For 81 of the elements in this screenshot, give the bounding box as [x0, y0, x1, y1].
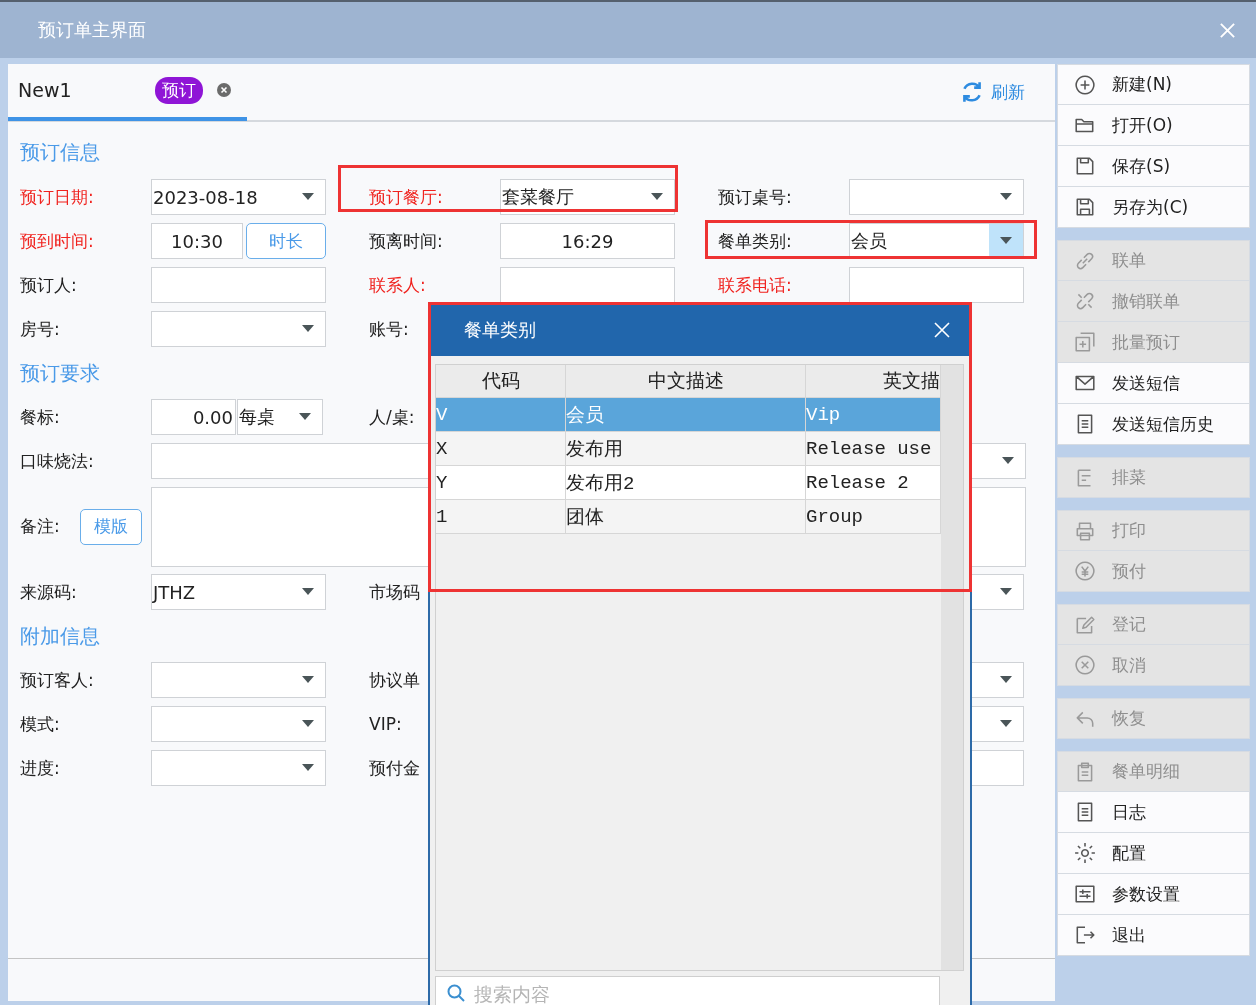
section-heading: 附加信息	[20, 623, 100, 650]
table-cell: 团体	[566, 500, 806, 533]
caret-icon[interactable]	[989, 224, 1023, 258]
sidebar-button[interactable]: 退出	[1057, 915, 1250, 956]
status-badge: 预订	[155, 76, 203, 104]
search-placeholder: 搜索内容	[474, 983, 550, 1005]
field-label: VIP:	[369, 714, 402, 734]
sidebar-button[interactable]: 新建(N)	[1057, 64, 1250, 105]
stacked-plus-icon	[1074, 331, 1096, 353]
sidebar-button[interactable]: 参数设置	[1057, 874, 1250, 915]
dialog-title: 餐单类别	[464, 318, 537, 342]
field-label: 进度:	[20, 756, 60, 780]
tab-label: New1	[18, 79, 73, 101]
section-heading: 预订信息	[20, 139, 100, 166]
sidebar-button[interactable]: 日志	[1057, 792, 1250, 833]
edit-icon	[1074, 613, 1096, 636]
section-heading: 预订要求	[20, 360, 100, 387]
column-header[interactable]: 代码	[436, 365, 566, 397]
column-header[interactable]: 中文描述	[566, 365, 806, 397]
sidebar-button[interactable]: 打开(O)	[1057, 105, 1250, 146]
field-label: 来源码:	[20, 580, 77, 604]
table-cell: 发布用	[566, 432, 806, 465]
field-label: 预订桌号:	[718, 185, 792, 209]
field-label: 预离时间:	[369, 229, 443, 253]
document-tab[interactable]: New1 预订	[8, 63, 247, 121]
field-label: 协议单	[369, 668, 420, 692]
field-label: 市场码	[369, 580, 420, 604]
table-cell: Y	[436, 466, 566, 499]
sidebar-button[interactable]: 发送短信	[1057, 363, 1250, 404]
field-label: 餐标:	[20, 405, 60, 429]
close-icon[interactable]	[216, 82, 232, 98]
dropdown-field[interactable]	[151, 662, 326, 698]
table-cell: 会员	[566, 398, 806, 431]
search-icon	[446, 983, 466, 1003]
broken-link-icon	[1074, 290, 1096, 312]
close-icon[interactable]	[934, 322, 950, 338]
field-label: 人/桌:	[369, 405, 415, 429]
sidebar-button[interactable]: 发送短信历史	[1057, 404, 1250, 445]
table-cell: V	[436, 398, 566, 431]
exit-icon	[1074, 924, 1096, 946]
text-field[interactable]	[849, 267, 1024, 303]
table-cell: 发布用2	[566, 466, 806, 499]
field-label: 联系人:	[369, 273, 426, 297]
text-field[interactable]: 16:29	[500, 223, 675, 259]
text-field[interactable]	[151, 267, 326, 303]
dropdown-field[interactable]: JTHZ	[151, 574, 326, 610]
dropdown-field[interactable]	[151, 311, 326, 347]
field-label: 预订日期:	[20, 185, 94, 209]
field-label: 预订客人:	[20, 668, 94, 692]
field-label: 备注:	[20, 515, 60, 538]
field-label: 房号:	[20, 317, 60, 341]
field-label: 联系电话:	[718, 273, 792, 297]
table-row[interactable]: 1 团体 Group	[436, 500, 941, 534]
dropdown-field[interactable]: 2023-08-18	[151, 179, 326, 215]
dropdown-field[interactable]: 会员	[849, 223, 1024, 259]
dropdown-field[interactable]	[151, 706, 326, 742]
table-row[interactable]: X 发布用 Release use	[436, 432, 941, 466]
field-label: 口味烧法:	[20, 449, 94, 473]
sidebar-button[interactable]: 配置	[1057, 833, 1250, 874]
unit-dropdown[interactable]: 每桌	[237, 399, 323, 435]
field-label: 预付金	[369, 756, 420, 780]
field-label: 预订人:	[20, 273, 77, 297]
window-title: 预订单主界面	[38, 18, 147, 42]
yen-coin-icon	[1074, 560, 1096, 582]
table-cell: X	[436, 432, 566, 465]
text-field[interactable]	[500, 267, 675, 303]
table-cell: 1	[436, 500, 566, 533]
dropdown-field[interactable]	[151, 750, 326, 786]
field-label: 模式:	[20, 712, 60, 736]
field-label: 预到时间:	[20, 229, 94, 253]
field-label: 账号:	[369, 317, 409, 341]
table-row[interactable]: Y 发布用2 Release 2	[436, 466, 941, 500]
sidebar-button[interactable]: 保存(S)	[1057, 146, 1250, 187]
scrollbar[interactable]	[941, 365, 963, 970]
field-label: 餐单类别:	[718, 229, 792, 253]
sliders-icon	[1074, 883, 1096, 905]
amount-field[interactable]: 0.00	[151, 399, 236, 435]
sidebar-button[interactable]: 另存为(C)	[1057, 187, 1250, 228]
time-field[interactable]: 10:30	[151, 223, 243, 259]
field-label: 预订餐厅:	[369, 185, 443, 209]
dropdown-field[interactable]	[849, 179, 1024, 215]
